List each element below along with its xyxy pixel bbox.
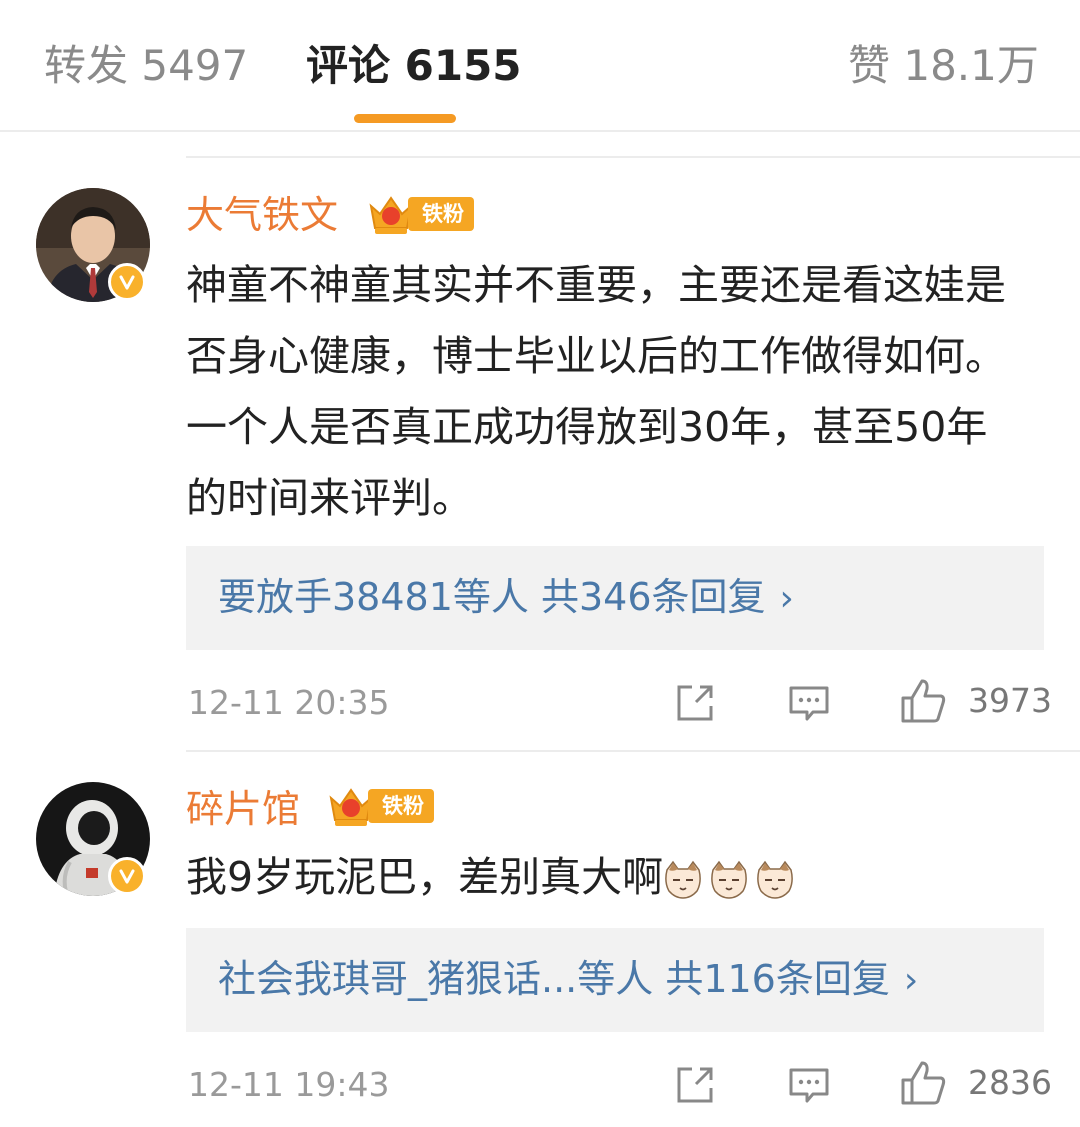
comment-divider	[186, 750, 1080, 752]
emoji-group	[663, 853, 801, 901]
like-count: 2836	[968, 1063, 1052, 1102]
cat-emoji-icon	[665, 860, 701, 899]
active-tab-indicator	[354, 114, 456, 123]
comment-text: 神童不神童其实并不重要，主要还是看这娃是否身心健康，博士毕业以后的工作做得如何。…	[186, 261, 1006, 522]
share-icon	[677, 685, 713, 721]
reply-summary-text[interactable]: 要放手38481等人 共346条回复 ›	[218, 572, 794, 624]
comment-text: 我9岁玩泥巴，差别真大啊	[186, 842, 1026, 913]
thumbs-up-icon	[901, 1061, 946, 1105]
reply-summary[interactable]: 要放手38481等人 共346条回复 ›	[186, 546, 1044, 650]
reply-summary-text[interactable]: 社会我琪哥_猪狠话...等人 共116条回复 ›	[218, 954, 918, 1006]
fan-badge: 铁粉	[326, 784, 434, 828]
like-button[interactable]: 2836	[898, 1058, 1052, 1108]
reply-button[interactable]	[786, 680, 832, 726]
username[interactable]: 大气铁文	[186, 190, 338, 240]
verified-badge-icon	[108, 263, 146, 301]
comment-icon	[789, 686, 829, 721]
tab-repost[interactable]: 转发 5497	[44, 40, 248, 92]
like-button[interactable]: 3973	[898, 676, 1052, 726]
tab-comments[interactable]: 评论 6155	[306, 40, 522, 92]
share-button[interactable]	[672, 680, 718, 726]
tab-likes[interactable]: 赞 18.1万	[848, 40, 1039, 92]
chevron-right-icon: ›	[903, 960, 919, 1001]
fan-badge-label: 铁粉	[408, 197, 474, 231]
chevron-right-icon: ›	[779, 578, 794, 619]
comment-timestamp: 12-11 20:35	[188, 683, 390, 722]
share-button[interactable]	[672, 1062, 718, 1108]
list-divider	[186, 156, 1080, 158]
fan-badge-label: 铁粉	[368, 789, 434, 823]
share-icon	[677, 1067, 713, 1103]
thumbs-up-icon	[901, 679, 946, 723]
verified-badge-icon	[108, 857, 146, 895]
comment-timestamp: 12-11 19:43	[188, 1065, 390, 1104]
username[interactable]: 碎片馆	[186, 784, 300, 834]
reply-summary[interactable]: 社会我琪哥_猪狠话...等人 共116条回复 ›	[186, 928, 1044, 1032]
fan-badge: 铁粉	[366, 192, 474, 236]
cat-emoji-icon	[757, 860, 793, 899]
reply-button[interactable]	[786, 1062, 832, 1108]
comment-tabs: 转发 5497 评论 6155 赞 18.1万	[0, 0, 1080, 130]
like-count: 3973	[968, 681, 1052, 720]
cat-emoji-icon	[711, 860, 747, 899]
tabs-divider	[0, 130, 1080, 132]
comment-icon	[789, 1068, 829, 1103]
